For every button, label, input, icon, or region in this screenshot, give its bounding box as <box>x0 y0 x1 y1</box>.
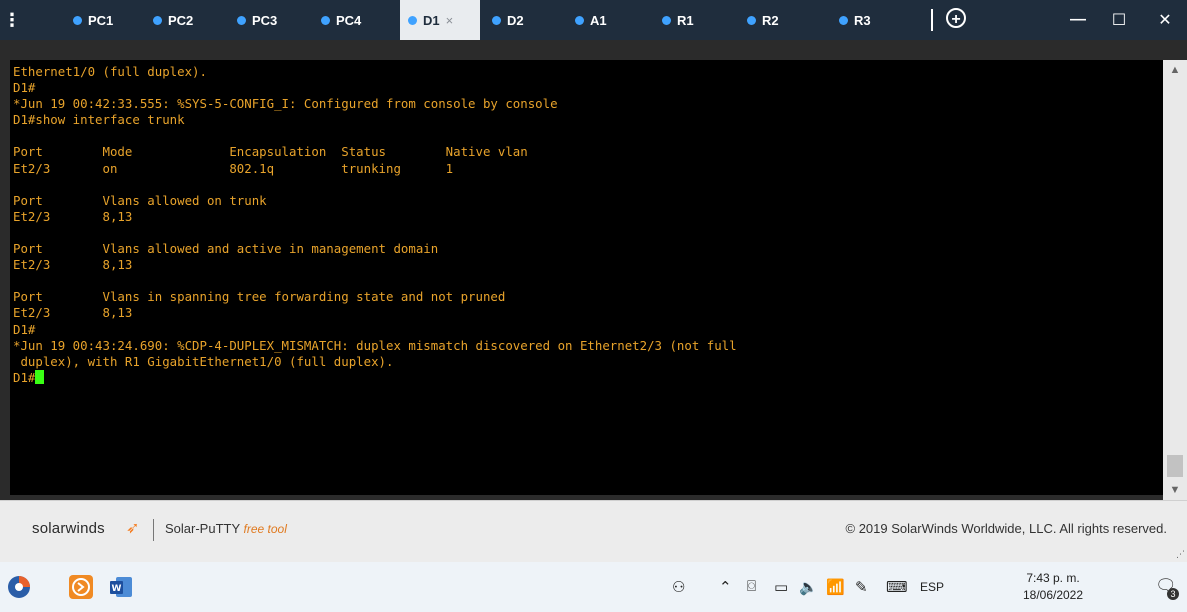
terminal-line: D1# <box>13 80 36 96</box>
tab-label: PC3 <box>252 12 278 28</box>
tab-label: PC2 <box>168 12 194 28</box>
tab-label: PC4 <box>336 12 362 28</box>
scroll-thumb[interactable] <box>1167 455 1183 477</box>
terminal-output[interactable]: Ethernet1/0 (full duplex). D1# *Jun 19 0… <box>13 64 737 386</box>
scroll-up-icon[interactable]: ▲ <box>1163 60 1187 80</box>
tab-label: R1 <box>677 12 694 28</box>
copyright-text: © 2019 SolarWinds Worldwide, LLC. All ri… <box>845 521 1167 536</box>
status-dot-icon <box>575 15 584 25</box>
terminal-line: D1# <box>13 369 36 385</box>
solarwinds-logo: solarwinds <box>32 520 105 537</box>
tab-label: R3 <box>854 12 871 28</box>
tab-a1[interactable]: A1 <box>575 0 607 40</box>
minimize-button[interactable]: — <box>1058 0 1098 40</box>
chevron-up-icon[interactable]: ⌃ <box>719 578 732 596</box>
new-tab-icon[interactable]: + <box>946 8 966 28</box>
terminal-line: duplex), with R1 GigabitEthernet1/0 (ful… <box>13 353 394 369</box>
resize-grip-icon[interactable]: ⋰ <box>1176 549 1185 560</box>
terminal-cursor <box>35 369 45 384</box>
windows-taskbar: W ⚇ ⌃ ⌼ ▭ 🔈 📶 ✎ ⌨ ESP 7:43 p. m. 18/06/2… <box>0 562 1187 612</box>
product-name: Solar-PuTTY free tool <box>165 521 287 536</box>
tab-label: D2 <box>507 12 524 28</box>
terminal-line: *Jun 19 00:42:33.555: %SYS-5-CONFIG_I: C… <box>13 96 558 112</box>
word-app-icon[interactable]: W <box>106 572 136 602</box>
pen-icon[interactable]: ✎ <box>855 578 868 596</box>
close-window-button[interactable]: ✕ <box>1145 0 1185 40</box>
product-title: Solar-PuTTY <box>165 521 240 536</box>
terminal-line: Et2/3 8,13 <box>13 208 133 224</box>
clock[interactable]: 7:43 p. m. 18/06/2022 <box>1018 570 1088 604</box>
status-dot-icon <box>662 15 671 25</box>
battery-icon[interactable]: ▭ <box>774 578 788 596</box>
terminal-line: Port Mode Encapsulation Status Native vl… <box>13 144 528 160</box>
tab-d1[interactable]: D1 × <box>400 0 480 40</box>
tab-pc3[interactable]: PC3 <box>237 0 277 40</box>
status-dot-icon <box>747 15 756 25</box>
maximize-button[interactable]: ☐ <box>1099 0 1139 40</box>
menu-icon[interactable]: ⋮ <box>0 0 24 40</box>
status-dot-icon <box>237 15 246 25</box>
scroll-down-icon[interactable]: ▼ <box>1163 480 1187 500</box>
footer-bar: solarwinds ➶ Solar-PuTTY free tool © 201… <box>0 500 1187 562</box>
status-dot-icon <box>321 15 330 25</box>
tab-pc1[interactable]: PC1 <box>73 0 113 40</box>
tab-pc4[interactable]: PC4 <box>321 0 361 40</box>
terminal-line: D1#show interface trunk <box>13 112 185 128</box>
terminal-line: Ethernet1/0 (full duplex). <box>13 64 207 79</box>
solarwinds-logo-icon: ➶ <box>126 520 140 537</box>
tab-label: A1 <box>590 12 607 28</box>
terminal-line: Et2/3 8,13 <box>13 305 133 321</box>
tab-bar: ⋮ PC1 PC2 PC3 PC4 D1 × D2 A1 R1 R2 R3 + —… <box>0 0 1187 40</box>
status-dot-icon <box>839 15 848 25</box>
terminal-line: Et2/3 on 802.1q trunking 1 <box>13 160 454 176</box>
tab-label: D1 <box>423 12 440 28</box>
close-tab-icon[interactable]: × <box>446 13 454 28</box>
terminal-line: Port Vlans in spanning tree forwarding s… <box>13 289 506 305</box>
network-icon[interactable]: 📶 <box>826 578 845 596</box>
clock-date: 18/06/2022 <box>1022 588 1084 602</box>
tab-pc2[interactable]: PC2 <box>153 0 193 40</box>
volume-icon[interactable]: 🔈 <box>799 578 818 596</box>
tab-r2[interactable]: R2 <box>747 0 779 40</box>
terminal-line: D1# <box>13 321 36 337</box>
people-icon[interactable]: ⚇ <box>672 578 685 596</box>
browser-app-icon[interactable] <box>4 572 34 602</box>
tab-separator <box>931 9 933 31</box>
tab-r3[interactable]: R3 <box>839 0 871 40</box>
svg-text:W: W <box>112 584 122 594</box>
tab-label: PC1 <box>88 12 114 28</box>
tab-r1[interactable]: R1 <box>662 0 694 40</box>
status-dot-icon <box>153 15 162 25</box>
terminal-scrollbar[interactable]: ▲ ▼ <box>1163 60 1187 500</box>
clock-time: 7:43 p. m. <box>1026 571 1080 585</box>
terminal-line: *Jun 19 00:43:24.690: %CDP-4-DUPLEX_MISM… <box>13 337 737 353</box>
tab-d2[interactable]: D2 <box>492 0 524 40</box>
tab-label: R2 <box>762 12 779 28</box>
free-tool-tag: free tool <box>243 522 287 536</box>
notification-count-badge: 3 <box>1167 588 1179 600</box>
keyboard-icon[interactable]: ⌨ <box>886 578 908 596</box>
language-indicator[interactable]: ESP <box>920 580 944 594</box>
terminal-line: Et2/3 8,13 <box>13 257 133 273</box>
terminal-line: Port Vlans allowed and active in managem… <box>13 241 439 257</box>
status-dot-icon <box>73 15 82 25</box>
solar-putty-app-icon[interactable] <box>66 572 96 602</box>
status-dot-icon <box>492 15 501 25</box>
terminal-line: Port Vlans allowed on trunk <box>13 192 267 208</box>
status-dot-icon <box>408 15 417 25</box>
footer-separator <box>153 519 154 541</box>
meet-now-icon[interactable]: ⌼ <box>747 578 756 595</box>
